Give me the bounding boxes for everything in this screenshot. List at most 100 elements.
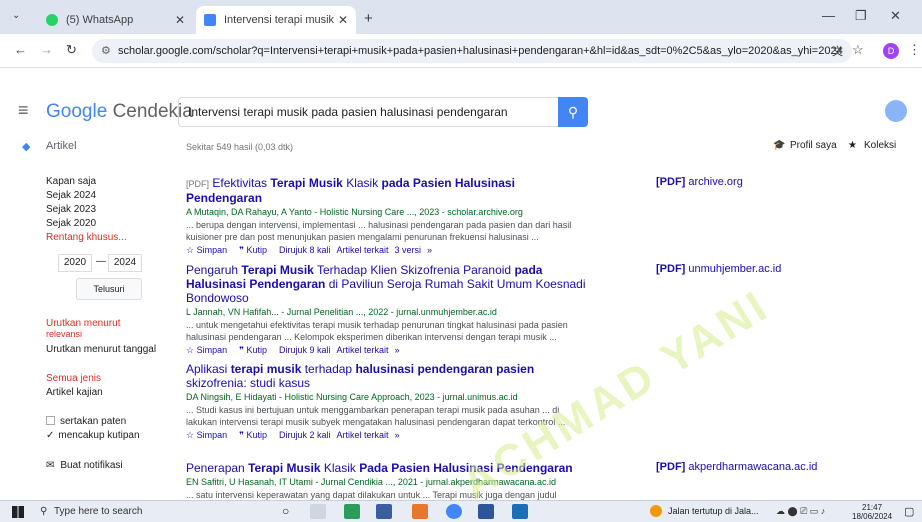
more-icon[interactable]: » bbox=[395, 430, 400, 440]
save-link[interactable]: ☆ Simpan bbox=[186, 430, 233, 440]
sort-relevance-2[interactable]: relevansi bbox=[46, 329, 82, 339]
result-source: DA Ningsih, E Hidayati - Holistic Nursin… bbox=[186, 392, 518, 402]
task-view-icon[interactable] bbox=[310, 504, 326, 519]
nav-artikel[interactable]: Artikel bbox=[46, 140, 77, 152]
filter-custom-range[interactable]: Rentang khusus... bbox=[46, 232, 127, 243]
notification-center-icon[interactable]: ▢ bbox=[904, 505, 914, 518]
cite-link[interactable]: ❞ Kutip bbox=[239, 245, 273, 255]
pdf-link[interactable]: [PDF] archive.org bbox=[656, 176, 743, 188]
title-part: Terhadap Klien Skizofrenia Paranoid bbox=[313, 263, 515, 277]
result-source: L Jannah, VN Hafifah... - Jurnal Penelit… bbox=[186, 307, 497, 317]
pdf-link[interactable]: [PDF] unmuhjember.ac.id bbox=[656, 263, 781, 275]
result-snippet: ... Studi kasus ini bertujuan untuk meng… bbox=[186, 405, 566, 427]
taskbar-clock[interactable]: 21:47 18/06/2024 bbox=[852, 503, 892, 521]
title-part: Penerapan bbox=[186, 461, 249, 475]
browser-menu-icon[interactable]: ⋮ bbox=[908, 42, 921, 58]
url-field[interactable]: ⚙ scholar.google.com/scholar?q=Intervens… bbox=[92, 39, 852, 63]
year-to-input[interactable]: 2024 bbox=[108, 254, 142, 272]
cite-label: Kutip bbox=[246, 345, 267, 355]
new-tab-icon[interactable]: + bbox=[364, 10, 373, 27]
related-link[interactable]: Artikel terkait bbox=[336, 345, 388, 355]
cortana-icon[interactable]: ○ bbox=[282, 504, 298, 519]
hamburger-menu-icon[interactable]: ≡ bbox=[18, 100, 29, 121]
patents-checkbox[interactable]: sertakan paten bbox=[46, 416, 126, 427]
chrome-app-icon[interactable] bbox=[446, 504, 462, 519]
tab-search-icon[interactable]: ⌄ bbox=[12, 10, 20, 21]
result-title[interactable]: Penerapan Terapi Musik Klasik Pada Pasie… bbox=[186, 461, 586, 475]
filter-2023[interactable]: Sejak 2023 bbox=[46, 204, 96, 215]
more-icon[interactable]: » bbox=[395, 345, 400, 355]
taskbar-search[interactable]: ⚲ Type here to search bbox=[36, 503, 276, 521]
cited-by-link[interactable]: Dirujuk 9 kali bbox=[279, 345, 331, 355]
telusuri-button[interactable]: Telusuri bbox=[76, 278, 142, 300]
url-text: scholar.google.com/scholar?q=Intervensi+… bbox=[118, 45, 843, 57]
related-link[interactable]: Artikel terkait bbox=[336, 430, 388, 440]
checkbox-empty-icon bbox=[46, 416, 55, 425]
year-from-input[interactable]: 2020 bbox=[58, 254, 92, 272]
result-title[interactable]: Aplikasi terapi musik terhadap halusinas… bbox=[186, 362, 586, 390]
back-icon[interactable]: ← bbox=[14, 42, 27, 57]
tray-notification-text[interactable]: Jalan tertutup di Jala... bbox=[668, 506, 759, 516]
bookmark-star-icon[interactable]: ☆ bbox=[852, 42, 864, 58]
search-icon: ⚲ bbox=[567, 104, 579, 120]
title-part: Terapi Musik bbox=[270, 176, 343, 190]
result-title[interactable]: [PDF] Efektivitas Terapi Musik Klasik pa… bbox=[186, 176, 586, 205]
filter-anytime[interactable]: Kapan saja bbox=[46, 176, 96, 187]
taskbar-search-text: Type here to search bbox=[54, 506, 143, 517]
pdf-tag: [PDF] bbox=[656, 461, 686, 473]
filter-2020[interactable]: Sejak 2020 bbox=[46, 218, 96, 229]
profile-avatar[interactable]: D bbox=[883, 43, 899, 59]
weather-app-icon[interactable] bbox=[344, 504, 360, 519]
citations-checkbox[interactable]: ✓ mencakup kutipan bbox=[46, 430, 140, 441]
tab-title: (5) WhatsApp bbox=[66, 14, 134, 26]
search-input[interactable]: Intervensi terapi musik pada pasien halu… bbox=[178, 97, 558, 127]
title-part: Klasik bbox=[320, 461, 360, 475]
related-link[interactable]: Artikel terkait bbox=[336, 245, 388, 255]
mail-icon: ✉ bbox=[46, 460, 55, 471]
windows-start-icon[interactable] bbox=[12, 506, 24, 518]
pdf-link[interactable]: [PDF] akperdharmawacana.ac.id bbox=[656, 461, 817, 473]
tab-scholar[interactable]: Intervensi terapi musik pada pa ✕ bbox=[196, 6, 356, 34]
pdf-tag: [PDF] bbox=[656, 176, 686, 188]
cited-by-link[interactable]: Dirujuk 8 kali bbox=[279, 245, 331, 255]
result-title[interactable]: Pengaruh Terapi Musik Terhadap Klien Ski… bbox=[186, 263, 586, 305]
mail-app-icon[interactable] bbox=[376, 504, 392, 519]
taskbar-search-icon: ⚲ bbox=[40, 506, 48, 517]
search-button[interactable]: ⚲ bbox=[558, 97, 588, 127]
close-window-icon[interactable]: ✕ bbox=[890, 8, 901, 24]
save-link[interactable]: ☆ Simpan bbox=[186, 245, 233, 255]
tab-whatsapp[interactable]: (5) WhatsApp ✕ bbox=[38, 6, 193, 34]
koleksi-link[interactable]: Koleksi bbox=[864, 140, 896, 151]
reload-icon[interactable]: ↻ bbox=[66, 42, 77, 58]
close-tab-icon[interactable]: ✕ bbox=[175, 13, 185, 27]
type-all[interactable]: Semua jenis bbox=[46, 373, 101, 384]
versions-link[interactable]: 3 versi bbox=[395, 245, 422, 255]
create-alert[interactable]: ✉ Buat notifikasi bbox=[46, 460, 123, 471]
save-link[interactable]: ☆ Simpan bbox=[186, 345, 233, 355]
close-tab-icon[interactable]: ✕ bbox=[338, 13, 348, 27]
title-part: skizofrenia: studi kasus bbox=[186, 376, 311, 390]
sort-relevance[interactable]: Urutkan menurut bbox=[46, 318, 120, 329]
site-info-icon[interactable]: ⚙ bbox=[101, 39, 111, 63]
cite-link[interactable]: ❞ Kutip bbox=[239, 345, 273, 355]
photos-app-icon[interactable] bbox=[512, 504, 528, 519]
forward-icon[interactable]: → bbox=[40, 42, 53, 57]
word-app-icon[interactable] bbox=[478, 504, 494, 519]
sort-date[interactable]: Urutkan menurut tanggal bbox=[46, 344, 156, 355]
scholar-logo[interactable]: Google Cendekia bbox=[46, 101, 193, 123]
more-icon[interactable]: » bbox=[427, 245, 432, 255]
office-app-icon[interactable] bbox=[412, 504, 428, 519]
filter-2024[interactable]: Sejak 2024 bbox=[46, 190, 96, 201]
minimize-icon[interactable]: — bbox=[822, 8, 835, 23]
type-review[interactable]: Artikel kajian bbox=[46, 387, 103, 398]
whatsapp-icon bbox=[46, 14, 58, 26]
cited-by-link[interactable]: Dirujuk 2 kali bbox=[279, 430, 331, 440]
cite-link[interactable]: ❞ Kutip bbox=[239, 430, 273, 440]
translate-icon[interactable]: 文 bbox=[832, 43, 843, 59]
system-tray-icons[interactable]: ☁ ⬤ ⎚ ▭ ♪ bbox=[776, 506, 825, 517]
restore-icon[interactable]: ❐ bbox=[855, 8, 867, 24]
pdf-domain: akperdharmawacana.ac.id bbox=[688, 461, 818, 473]
scholar-icon bbox=[204, 14, 216, 26]
account-avatar[interactable] bbox=[885, 100, 907, 122]
profil-saya-link[interactable]: Profil saya bbox=[790, 140, 837, 151]
